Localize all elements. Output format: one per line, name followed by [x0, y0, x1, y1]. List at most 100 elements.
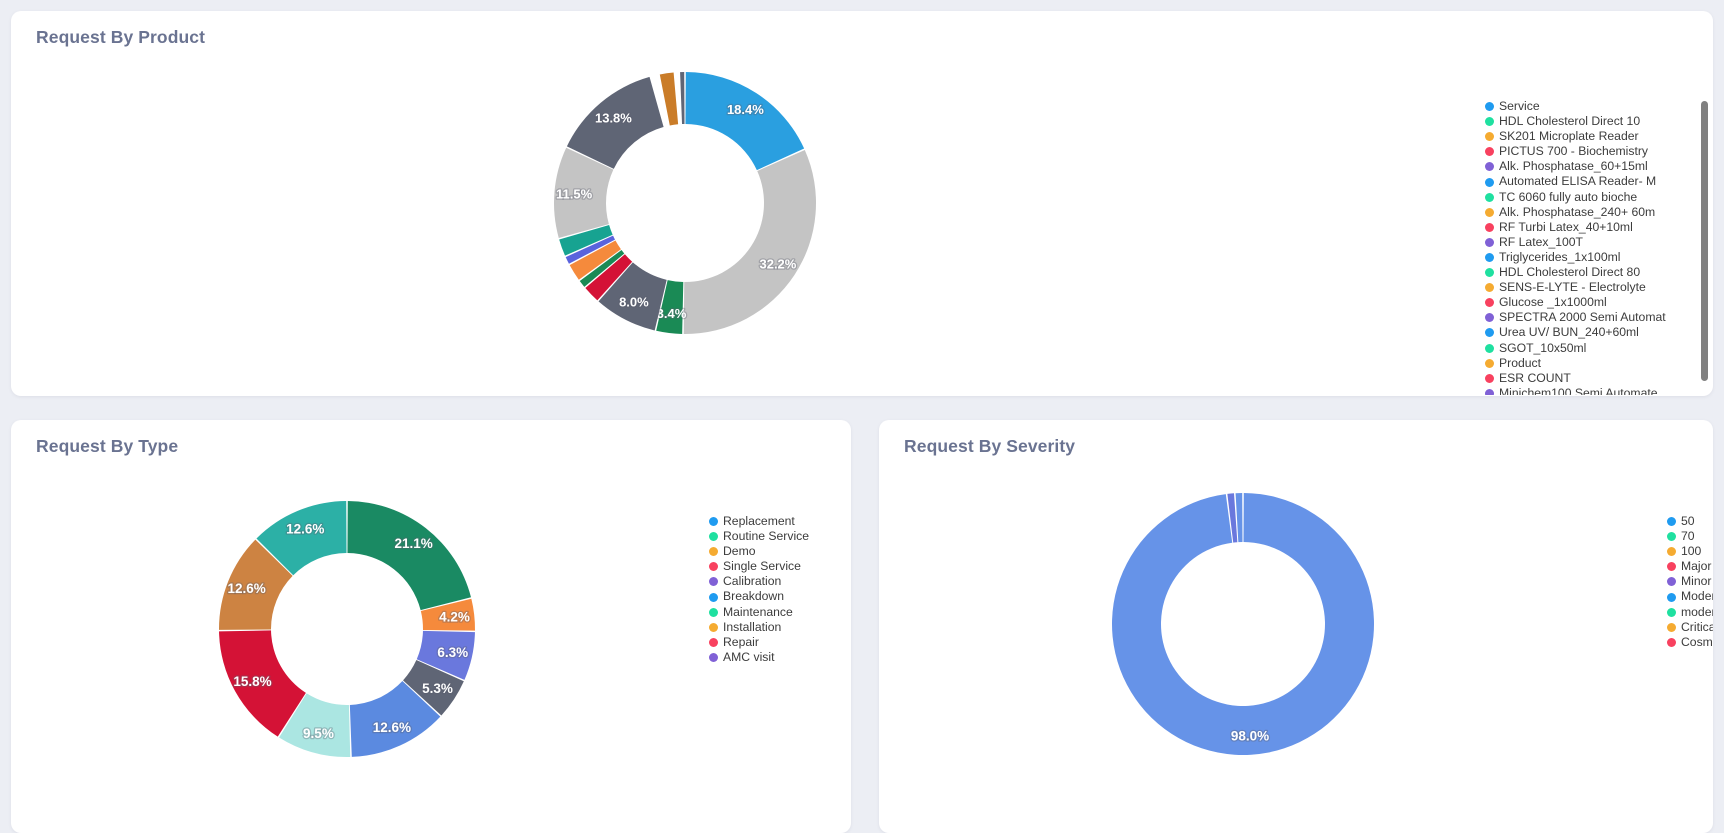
legend-color-swatch-icon — [1485, 222, 1494, 232]
legend-item[interactable]: Service — [1485, 99, 1675, 114]
legend-item[interactable]: RF Turbi Latex_40+10ml — [1485, 220, 1675, 235]
legend-color-swatch-icon — [1485, 313, 1494, 323]
donut-slice-label: 98.0% — [1231, 729, 1269, 744]
legend-item[interactable]: Replacement — [709, 514, 809, 529]
legend-item[interactable]: moderate — [1667, 605, 1713, 620]
legend-color-swatch-icon — [1485, 373, 1494, 383]
legend-item[interactable]: SPECTRA 2000 Semi Automat — [1485, 310, 1675, 325]
legend-scrollbar-product[interactable] — [1701, 91, 1708, 391]
legend-item-label: AMC visit — [723, 649, 775, 664]
legend-color-swatch-icon — [1485, 252, 1494, 262]
legend-item-label: Alk. Phosphatase_60+15ml — [1499, 159, 1648, 174]
legend-item-label: Service — [1499, 99, 1540, 113]
legend-item[interactable]: 50 — [1667, 514, 1713, 529]
legend-color-swatch-icon — [1485, 237, 1494, 247]
legend-color-swatch-icon — [709, 532, 718, 542]
legend-color-swatch-icon — [709, 577, 718, 587]
donut-slice[interactable] — [683, 149, 816, 334]
donut-slice[interactable] — [685, 72, 805, 171]
legend-item[interactable]: Moderate — [1667, 589, 1713, 604]
legend-color-swatch-icon — [1667, 532, 1676, 542]
legend-item[interactable]: Routine Service — [709, 529, 809, 544]
legend-item-label: Moderate — [1681, 589, 1713, 604]
legend-item[interactable]: Demo — [709, 544, 809, 559]
legend-color-swatch-icon — [1485, 328, 1494, 338]
legend-color-swatch-icon — [709, 592, 718, 602]
legend-item[interactable]: TC 6060 fully auto bioche — [1485, 190, 1675, 205]
legend-item-label: HDL Cholesterol Direct 80 — [1499, 265, 1641, 280]
legend-item[interactable]: Urea UV/ BUN_240+60ml — [1485, 325, 1675, 340]
legend-item[interactable]: Cosmetic — [1667, 635, 1713, 650]
legend-item[interactable]: HDL Cholesterol Direct 80 — [1485, 265, 1675, 280]
legend-item[interactable]: Maintenance — [709, 605, 809, 620]
donut-slice-label: 5.3% — [422, 681, 453, 696]
chart-request-by-severity: 98.0% — [1109, 490, 1377, 758]
legend-color-swatch-icon — [1485, 162, 1494, 172]
legend-item[interactable]: Alk. Phosphatase_240+ 60m — [1485, 205, 1675, 220]
donut-slice[interactable] — [1112, 493, 1374, 755]
donut-chart-product[interactable]: 18.4% 32.2% 3.4% 8.0% 11.5% 13.8% — [551, 69, 819, 337]
donut-slice-label: 6.3% — [437, 645, 468, 660]
legend-item-label: Major — [1681, 559, 1712, 574]
legend-item[interactable]: RF Latex_100T — [1485, 235, 1675, 250]
donut-slice[interactable] — [680, 72, 685, 125]
legend-item-label: Demo — [723, 544, 756, 559]
legend-item[interactable]: Product — [1485, 356, 1675, 371]
legend-item[interactable]: Breakdown — [709, 589, 809, 604]
legend-item[interactable]: Glucose _1x1000ml — [1485, 295, 1675, 310]
legend-item[interactable]: SENS-E-LYTE - Electrolyte — [1485, 280, 1675, 295]
legend-item-label: HDL Cholesterol Direct 10 — [1499, 114, 1641, 129]
legend-color-swatch-icon — [1485, 283, 1494, 293]
donut-slice-label: 12.6% — [227, 581, 265, 596]
legend-item[interactable]: 100 — [1667, 544, 1713, 559]
legend-scrollbar-thumb[interactable] — [1701, 101, 1708, 381]
legend-color-swatch-icon — [1667, 517, 1676, 527]
legend-item[interactable]: AMC visit — [709, 650, 809, 665]
legend-item[interactable]: 70 — [1667, 529, 1713, 544]
legend-item[interactable]: SGOT_10x50ml — [1485, 341, 1675, 356]
legend-color-swatch-icon — [1485, 147, 1494, 157]
legend-item[interactable]: Minichem100 Semi Automate — [1485, 386, 1675, 395]
dashboard-root: Request By Product 18.4% 32.2% 3.4% 8.0% 11.… — [0, 0, 1724, 833]
legend-item-label: Installation — [723, 619, 782, 634]
legend-item[interactable]: ESR COUNT — [1485, 371, 1675, 386]
legend-item[interactable]: Repair — [709, 635, 809, 650]
legend-item[interactable]: Single Service — [709, 559, 809, 574]
donut-slice-label: 32.2% — [759, 257, 796, 272]
legend-item[interactable]: Critical — [1667, 620, 1713, 635]
legend-item[interactable]: SK201 Microplate Reader — [1485, 129, 1675, 144]
legend-color-swatch-icon — [1485, 268, 1494, 278]
donut-slice-label: 3.4% — [657, 306, 687, 321]
legend-request-by-severity[interactable]: 5070100MajorMinorModeratemoderateCritica… — [1667, 514, 1713, 650]
legend-color-swatch-icon — [709, 517, 718, 527]
legend-item-label: 100 — [1681, 544, 1702, 559]
legend-request-by-type[interactable]: Replacement Routine Service Demo Single Ser… — [709, 514, 809, 665]
legend-item[interactable]: Automated ELISA Reader- M — [1485, 174, 1675, 189]
legend-color-swatch-icon — [1485, 298, 1494, 308]
donut-slice-label: 21.1% — [394, 536, 432, 551]
legend-item[interactable]: Minor — [1667, 574, 1713, 589]
legend-item[interactable]: Alk. Phosphatase_60+15ml — [1485, 159, 1675, 174]
legend-item-label: Minichem100 Semi Automate — [1499, 385, 1658, 395]
legend-item[interactable]: Calibration — [709, 574, 809, 589]
legend-item[interactable]: PICTUS 700 - Biochemistry — [1485, 144, 1675, 159]
donut-slice-label: 12.6% — [286, 522, 324, 537]
legend-item[interactable]: Major — [1667, 559, 1713, 574]
legend-item[interactable]: Triglycerides_1x100ml — [1485, 250, 1675, 265]
chart-request-by-product: 18.4% 32.2% 3.4% 8.0% 11.5% 13.8% — [551, 69, 819, 337]
donut-slice[interactable] — [347, 501, 471, 611]
legend-item[interactable]: HDL Cholesterol Direct 10 — [1485, 114, 1675, 129]
legend-item-label: SK201 Microplate Reader — [1499, 129, 1639, 144]
page-title-request-by-product: Request By Product — [36, 27, 206, 47]
legend-item-label: Glucose _1x1000ml — [1499, 295, 1607, 310]
panel-request-by-severity: Request By Severity 98.0% 50 70 100 Major Mi… — [879, 420, 1713, 833]
donut-slice-label: 11.5% — [556, 186, 593, 201]
legend-item[interactable]: Installation — [709, 620, 809, 635]
legend-color-swatch-icon — [1485, 192, 1494, 202]
donut-chart-type[interactable]: 21.1% 4.2% 6.3% 5.3% 12.6% 9.5% 15.8% 12.6% 12.6… — [216, 498, 478, 760]
legend-request-by-product[interactable]: Service HDL Cholesterol Direct 10 SK201 Mi… — [1485, 99, 1675, 395]
legend-color-swatch-icon — [1485, 343, 1494, 353]
donut-slice-label: 13.8% — [595, 110, 632, 125]
donut-chart-severity[interactable]: 98.0% — [1109, 490, 1377, 758]
legend-item-label: Minor — [1681, 574, 1712, 589]
